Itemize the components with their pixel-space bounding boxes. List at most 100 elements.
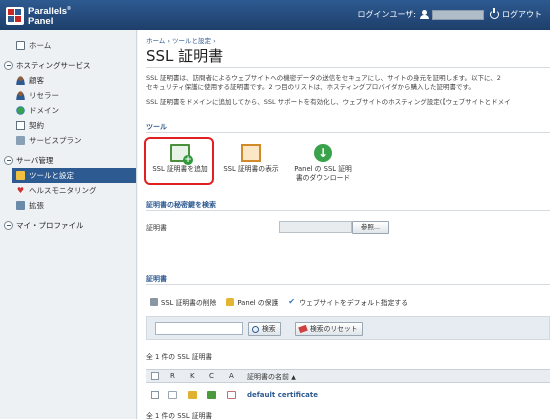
sidebar-section-label: ホスティングサービス	[16, 61, 91, 70]
login-user-label: ログインユーザ:	[357, 10, 416, 19]
sidebar-item-extensions[interactable]: 拡張	[0, 198, 136, 213]
parallels-logo-icon	[6, 6, 24, 25]
brand-registered-mark: ®	[67, 6, 71, 12]
sidebar-item-label: リセラー	[29, 91, 59, 100]
top-header: Parallels® Panel ログインユーザ: ログアウト	[0, 0, 550, 30]
column-a: A	[229, 372, 234, 380]
plan-icon	[16, 136, 25, 145]
trash-icon	[150, 298, 158, 306]
make-default-button[interactable]: ✔ ウェブサイトをデフォルト指定する	[288, 297, 408, 308]
certificate-field-label: 証明書	[146, 224, 167, 232]
globe-icon	[16, 106, 25, 115]
add-ssl-certificate-button[interactable]: SSL 証明書を追加	[147, 144, 213, 174]
collapse-icon	[4, 156, 13, 165]
divider	[146, 284, 550, 285]
username-redacted[interactable]	[432, 9, 484, 20]
sidebar-section-profile[interactable]: マイ・プロファイル	[0, 218, 136, 233]
certificate-file-input[interactable]	[279, 221, 352, 233]
sidebar-item-tools-settings[interactable]: ツールと設定	[12, 168, 136, 183]
lock-icon	[226, 298, 235, 306]
description-line: セキュリティ保護に使用する証明書です。2 つ目のリストは、ホスティングプロバイダ…	[146, 83, 475, 91]
sort-ascending-icon: ▲	[291, 374, 296, 381]
sidebar-item-customers[interactable]: 顧客	[0, 73, 136, 88]
user-area: ログインユーザ: ログアウト	[357, 8, 542, 20]
search-button[interactable]: 検索	[248, 322, 281, 336]
sidebar-item-label: ツールと設定	[29, 171, 74, 180]
sidebar-item-label: サービスプラン	[29, 136, 82, 145]
page-title: SSL 証明書	[146, 47, 224, 65]
download-panel-certificate-button[interactable]: Panel の SSL 証明 書のダウンロード	[288, 144, 358, 183]
logout-link[interactable]: ログアウト	[490, 8, 542, 20]
column-r: R	[170, 372, 175, 380]
reseller-icon	[16, 91, 25, 100]
sidebar-item-domains[interactable]: ドメイン	[0, 103, 136, 118]
sidebar-item-service-plans[interactable]: サービスプラン	[0, 133, 136, 148]
certificate-name-link[interactable]: default certificate	[247, 391, 318, 399]
search-button-label: 検索	[262, 325, 276, 333]
secure-panel-button[interactable]: Panel の保護	[226, 297, 278, 307]
document-icon	[16, 121, 25, 130]
tool-label: 書のダウンロード	[295, 174, 351, 182]
column-c: C	[209, 372, 214, 380]
add-certificate-icon	[170, 144, 193, 165]
certificate-icon	[207, 391, 216, 401]
column-k: K	[190, 372, 195, 380]
logout-label: ログアウト	[502, 10, 542, 19]
extensions-icon	[16, 201, 25, 210]
sidebar-item-label: 契約	[29, 121, 44, 130]
view-ssl-certificate-button[interactable]: SSL 証明書の表示	[218, 144, 284, 174]
sidebar-item-resellers[interactable]: リセラー	[0, 88, 136, 103]
delete-certificate-button[interactable]: SSL 証明書の削除	[150, 297, 216, 307]
certificate-count: 全 1 件の SSL 証明書	[146, 412, 213, 419]
browse-button[interactable]: 参照...	[352, 221, 389, 234]
divider	[146, 67, 550, 68]
column-certificate-name[interactable]: 証明書の名前 ▲	[247, 372, 296, 382]
sidebar-item-label: 拡張	[29, 201, 44, 210]
user-icon	[420, 10, 429, 19]
check-icon: ✔	[288, 297, 295, 306]
divider	[146, 132, 550, 133]
sidebar-item-home[interactable]: ホーム	[0, 38, 136, 53]
private-key-heading: 証明書の秘密鍵を検索	[146, 201, 216, 209]
request-icon	[168, 391, 177, 401]
certificates-toolbar: SSL 証明書の削除 Panel の保護 ✔ ウェブサイトをデフォルト指定する	[146, 294, 550, 310]
view-certificate-icon	[241, 144, 261, 162]
expand-icon	[4, 221, 13, 230]
certificates-heading: 証明書	[146, 275, 167, 283]
toolbar-label: SSL 証明書の削除	[161, 299, 217, 307]
certificate-count: 全 1 件の SSL 証明書	[146, 353, 213, 361]
sidebar-section-server[interactable]: サーバ管理	[0, 153, 136, 168]
sidebar: ホーム ホスティングサービス 顧客 リセラー ドメイン 契約 サービスプラン サ…	[0, 30, 137, 419]
row-checkbox[interactable]	[151, 391, 159, 401]
customer-icon	[16, 76, 25, 85]
home-icon	[16, 41, 25, 50]
reset-search-button[interactable]: 検索のリセット	[295, 322, 363, 336]
heart-icon: ♥	[16, 186, 25, 195]
search-input[interactable]	[155, 322, 243, 335]
collapse-icon	[4, 61, 13, 70]
sidebar-item-subscriptions[interactable]: 契約	[0, 118, 136, 133]
sidebar-item-label: 顧客	[29, 76, 44, 85]
tools-icon	[16, 171, 25, 180]
brand-product: Panel	[28, 16, 54, 28]
reset-button-label: 検索のリセット	[310, 325, 358, 333]
search-icon	[252, 325, 259, 333]
table-header: R K C A 証明書の名前 ▲	[146, 369, 550, 383]
ca-icon	[227, 391, 236, 401]
toolbar-label: ウェブサイトをデフォルト指定する	[299, 299, 408, 307]
table-row: default certificate	[146, 388, 550, 403]
tool-label: SSL 証明書を追加	[152, 165, 208, 173]
sidebar-section-hosting[interactable]: ホスティングサービス	[0, 58, 136, 73]
select-all-checkbox[interactable]	[151, 372, 159, 382]
tool-label: SSL 証明書の表示	[223, 165, 279, 173]
sidebar-item-health-monitoring[interactable]: ♥ ヘルスモニタリング	[0, 183, 136, 198]
tool-label: Panel の SSL 証明	[294, 165, 352, 173]
main-content: ホーム › ツールと設定 › SSL 証明書 SSL 証明書は、訪問者によるウェ…	[138, 30, 550, 419]
parallels-logo[interactable]: Parallels® Panel	[6, 4, 71, 27]
column-label: 証明書の名前	[247, 373, 289, 381]
divider	[146, 210, 550, 211]
tools-heading: ツール	[146, 123, 167, 131]
breadcrumb[interactable]: ホーム › ツールと設定 ›	[146, 35, 216, 45]
sidebar-item-label: ドメイン	[29, 106, 59, 115]
toolbar-label: Panel の保護	[237, 299, 279, 307]
